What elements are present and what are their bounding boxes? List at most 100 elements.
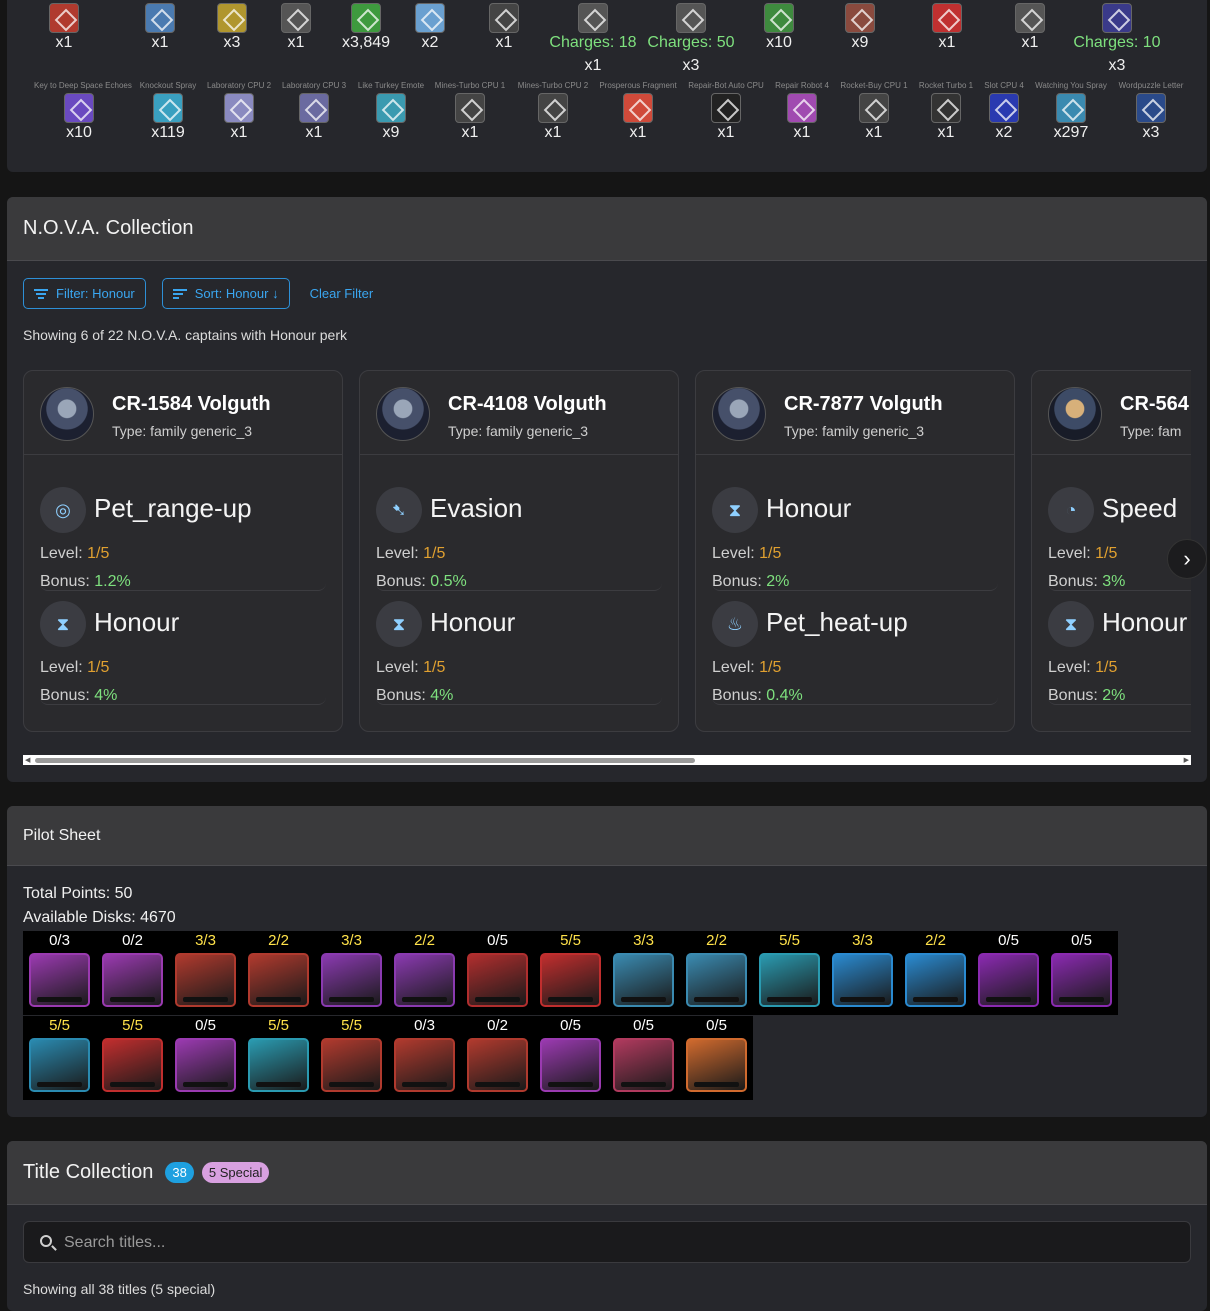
item-count: x297 xyxy=(1053,124,1089,141)
skill-slot[interactable]: 0/5 xyxy=(1045,931,1118,1015)
inventory-item[interactable]: x3 xyxy=(1106,93,1196,143)
title-search-input[interactable] xyxy=(64,1230,1164,1256)
skill-slot[interactable]: 5/5 xyxy=(534,931,607,1015)
skill-icon[interactable] xyxy=(248,1038,309,1092)
skill-icon[interactable] xyxy=(686,953,747,1007)
captain-card[interactable]: CR-1584 Volguth Type: family generic_3 ◎ Pe… xyxy=(23,370,343,732)
clear-filter-button[interactable]: Clear Filter xyxy=(306,286,378,301)
skill-icon[interactable] xyxy=(613,953,674,1007)
skill-slot[interactable]: 0/5 xyxy=(169,1016,242,1100)
skill-slot[interactable]: 0/2 xyxy=(461,1016,534,1100)
skill-icon[interactable] xyxy=(29,953,90,1007)
skill-icon[interactable] xyxy=(540,1038,601,1092)
filter-button[interactable]: Filter: Honour xyxy=(23,278,146,309)
skill-slot[interactable]: 2/2 xyxy=(242,931,315,1015)
skill-icon[interactable] xyxy=(832,953,893,1007)
skill-icon[interactable] xyxy=(394,1038,455,1092)
horizontal-scrollbar[interactable]: ◀ ▶ xyxy=(23,755,1191,765)
skill-slot[interactable]: 2/2 xyxy=(680,931,753,1015)
level-label: Level: xyxy=(40,545,88,562)
skill-icon[interactable] xyxy=(540,953,601,1007)
captain-card[interactable]: CR-7877 Volguth Type: family generic_3 ⧗ Ho… xyxy=(695,370,1015,732)
level-label: Level: xyxy=(1048,545,1096,562)
inventory-item[interactable]: x10 xyxy=(734,3,824,53)
inventory-item[interactable]: x10 xyxy=(34,93,124,143)
chevron-right-icon: › xyxy=(1183,546,1191,571)
skill-slot[interactable]: 3/3 xyxy=(169,931,242,1015)
inventory-item[interactable]: Charges: 50 x3 xyxy=(646,3,736,76)
skill-slot[interactable]: 0/5 xyxy=(461,931,534,1015)
sort-button[interactable]: Sort: Honour ↓ xyxy=(161,278,290,309)
skill-slot[interactable]: 5/5 xyxy=(753,931,826,1015)
inventory-item[interactable]: x1 xyxy=(459,3,549,53)
inventory-item[interactable]: x1 xyxy=(508,93,598,143)
skill-slot[interactable]: 3/3 xyxy=(315,931,388,1015)
skill-icon[interactable] xyxy=(248,953,309,1007)
inventory-item[interactable]: x9 xyxy=(815,3,905,53)
skill-icon[interactable] xyxy=(467,1038,528,1092)
skill-icon[interactable] xyxy=(175,953,236,1007)
skill-slot[interactable]: 2/2 xyxy=(899,931,972,1015)
inventory-item[interactable]: x1 xyxy=(902,3,992,53)
item-count: x10 xyxy=(766,34,792,51)
inventory-item[interactable]: x1 xyxy=(425,93,515,143)
skill-row-1: 0/3 0/2 3/3 2/2 3/3 2/2 0/5 5/5 3/3 2/2 5/5 3/3 2/2 0… xyxy=(23,931,1118,1015)
skill-icon[interactable] xyxy=(978,953,1039,1007)
skill-icon[interactable] xyxy=(394,953,455,1007)
crosshair-icon: ◎ xyxy=(40,487,86,533)
inventory-item[interactable]: x9 xyxy=(346,93,436,143)
skill-slot[interactable]: 5/5 xyxy=(96,1016,169,1100)
captain-card[interactable]: CR-4108 Volguth Type: family generic_3 ➷ Ev… xyxy=(359,370,679,732)
scrollbar-thumb[interactable] xyxy=(35,758,695,763)
skill-slot[interactable]: 0/3 xyxy=(388,1016,461,1100)
item-count: x3 xyxy=(1108,57,1126,74)
captain-carousel[interactable]: CR-1584 Volguth Type: family generic_3 ◎ Pe… xyxy=(23,365,1191,735)
skill-icon[interactable] xyxy=(759,953,820,1007)
inventory-item[interactable]: Charges: 18 x1 xyxy=(548,3,638,76)
skill-slot[interactable]: 2/2 xyxy=(388,931,461,1015)
skill-icon[interactable] xyxy=(467,953,528,1007)
inventory-item[interactable]: x1 xyxy=(19,3,109,53)
skill-slot[interactable]: 0/5 xyxy=(534,1016,607,1100)
skill-icon[interactable] xyxy=(321,1038,382,1092)
skill-icon[interactable] xyxy=(321,953,382,1007)
skill-icon[interactable] xyxy=(905,953,966,1007)
skill-slot[interactable]: 3/3 xyxy=(607,931,680,1015)
skill-slot[interactable]: 0/2 xyxy=(96,931,169,1015)
skill-slot[interactable]: 5/5 xyxy=(23,1016,96,1100)
perk-bonus: Bonus: 3% xyxy=(1048,573,1125,591)
skill-slot[interactable]: 0/5 xyxy=(607,1016,680,1100)
title-collection-header: Title Collection 38 5 Special xyxy=(7,1141,1207,1205)
perk-level: Level: 1/5 xyxy=(712,659,781,677)
skill-slot[interactable]: 0/5 xyxy=(972,931,1045,1015)
skill-slot[interactable]: 0/5 xyxy=(680,1016,753,1100)
inventory-item[interactable]: Charges: 10 x3 xyxy=(1072,3,1162,76)
perk-block: ⧗ Honour Level: 1/5 Bonus: 4% xyxy=(376,599,662,705)
captain-avatar xyxy=(376,387,430,441)
bonus-value: 0.5% xyxy=(430,573,467,590)
captain-type: Type: family generic_3 xyxy=(784,423,925,439)
skill-icon[interactable] xyxy=(102,1038,163,1092)
captain-type: Type: fam xyxy=(1120,423,1182,439)
skill-icon[interactable] xyxy=(1051,953,1112,1007)
scroll-left-arrow-icon[interactable]: ◀ xyxy=(25,756,30,764)
skill-icon[interactable] xyxy=(102,953,163,1007)
carousel-next-button[interactable]: › xyxy=(1167,539,1207,579)
inventory-item[interactable]: x1 xyxy=(593,93,683,143)
skill-slot[interactable]: 5/5 xyxy=(242,1016,315,1100)
inventory-item[interactable]: x297 xyxy=(1026,93,1116,143)
skill-slot[interactable]: 5/5 xyxy=(315,1016,388,1100)
skill-slot[interactable]: 0/3 xyxy=(23,931,96,1015)
perk-name: Speed xyxy=(1102,493,1178,523)
bonus-label: Bonus: xyxy=(376,573,431,590)
skill-icon[interactable] xyxy=(613,1038,674,1092)
item-icon xyxy=(1015,3,1045,33)
inventory-item[interactable]: x1 xyxy=(985,3,1075,53)
skill-icon[interactable] xyxy=(29,1038,90,1092)
skill-slot[interactable]: 3/3 xyxy=(826,931,899,1015)
skill-icon[interactable] xyxy=(175,1038,236,1092)
captain-card[interactable]: CR-564 Type: fam ◔ Speed Level: 1/5 Bonus: 3%… xyxy=(1031,370,1191,732)
skill-icon[interactable] xyxy=(686,1038,747,1092)
scroll-right-arrow-icon[interactable]: ▶ xyxy=(1184,756,1189,764)
item-count: x1 xyxy=(584,57,602,74)
